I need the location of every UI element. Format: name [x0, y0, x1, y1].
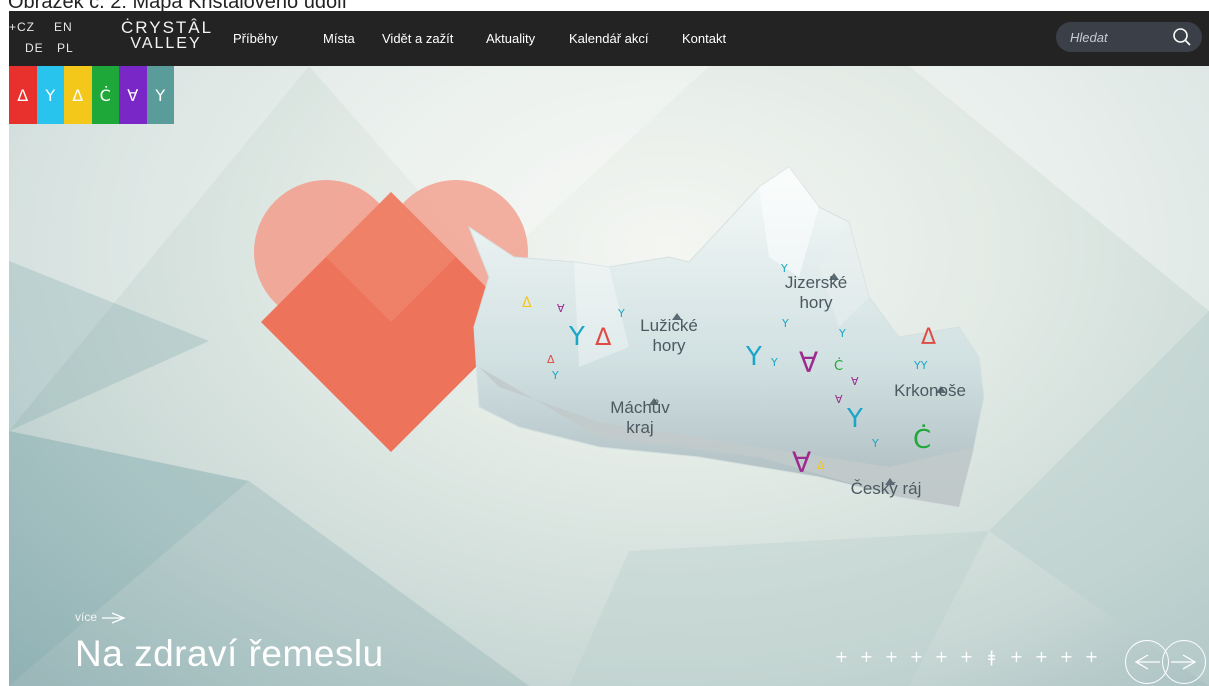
- symbol-icon: Δ: [17, 85, 29, 105]
- symbol-tab-2[interactable]: Y: [36, 66, 64, 124]
- svg-text:Ċ: Ċ: [913, 423, 931, 455]
- logo-line-2: VALLEY: [130, 35, 202, 52]
- pager-dot[interactable]: +: [904, 647, 929, 666]
- svg-text:Y: Y: [617, 307, 625, 320]
- svg-text:∀: ∀: [835, 393, 843, 406]
- svg-text:YY: YY: [913, 359, 928, 372]
- svg-text:Y: Y: [838, 327, 846, 340]
- svg-text:Δ: Δ: [921, 325, 936, 350]
- nav-videt-a-zazit[interactable]: Vidět a zažít: [382, 31, 453, 46]
- more-link[interactable]: více: [75, 610, 127, 624]
- symbol-icon: Y: [155, 85, 166, 105]
- symbol-icon: Δ: [72, 85, 84, 105]
- map-label-jizerske-hory[interactable]: Jizerské hory: [781, 273, 851, 313]
- nav-mista[interactable]: Místa: [323, 31, 355, 46]
- website-screenshot: Y Δ Y ∀ Ċ Δ Y Ċ ∀ Y Δ ∀ Δ Y Y Y Y YY ∀ ∀…: [9, 11, 1209, 686]
- pager-dot[interactable]: +: [929, 647, 954, 666]
- arrow-right-icon: [1171, 654, 1197, 670]
- lang-de[interactable]: DE: [25, 41, 44, 55]
- next-slide-button[interactable]: [1162, 640, 1206, 684]
- svg-text:Y: Y: [871, 437, 879, 450]
- nav-pribehy[interactable]: Příběhy: [233, 31, 278, 46]
- svg-text:∀: ∀: [792, 446, 811, 479]
- nav-kalendar-akci[interactable]: Kalendář akcí: [569, 31, 649, 46]
- symbol-tab-5[interactable]: ∀: [119, 66, 147, 124]
- svg-text:Δ: Δ: [817, 459, 825, 472]
- pager-dot[interactable]: +: [1029, 647, 1054, 666]
- svg-text:Δ: Δ: [547, 353, 555, 366]
- search-icon[interactable]: [1172, 27, 1192, 51]
- svg-text:Y: Y: [770, 356, 778, 369]
- map-label-krkonose[interactable]: Krkonoše: [885, 381, 975, 401]
- crystal-valley-logo[interactable]: ĊRYSTÂL VALLEY: [121, 18, 214, 52]
- svg-text:∀: ∀: [557, 302, 565, 315]
- pager-dot-active[interactable]: ǂ: [979, 647, 1004, 666]
- pager-dot[interactable]: +: [829, 647, 854, 666]
- symbol-strip: Δ Y Δ Ċ ∀ Y: [9, 66, 174, 124]
- top-navigation-bar: +CZ EN DE PL ĊRYSTÂL VALLEY Příběhy Míst…: [9, 11, 1209, 66]
- arrow-right-icon: [100, 610, 127, 624]
- pager-dot[interactable]: +: [1054, 647, 1079, 666]
- svg-text:Y: Y: [745, 342, 762, 372]
- pager-dot[interactable]: +: [879, 647, 904, 666]
- nav-kontakt[interactable]: Kontakt: [682, 31, 726, 46]
- symbol-tab-1[interactable]: Δ: [9, 66, 37, 124]
- search-box[interactable]: Hledat: [1056, 22, 1202, 52]
- logo-line-1: ĊRYSTÂL: [121, 18, 214, 37]
- pager-dot[interactable]: +: [1079, 647, 1104, 666]
- symbol-tab-4[interactable]: Ċ: [91, 66, 119, 124]
- map-label-luzicke-hory[interactable]: Lužické hory: [629, 316, 709, 356]
- map-label-machuv-kraj[interactable]: Máchův kraj: [605, 398, 675, 438]
- search-input[interactable]: Hledat: [1070, 30, 1108, 45]
- pager-dot[interactable]: +: [954, 647, 979, 666]
- symbol-icon: Y: [45, 85, 56, 105]
- lang-pl[interactable]: PL: [57, 41, 74, 55]
- pager-dot[interactable]: +: [1004, 647, 1029, 666]
- svg-text:Y: Y: [568, 322, 585, 352]
- symbol-icon: ∀: [127, 85, 139, 105]
- symbol-tab-3[interactable]: Δ: [64, 66, 92, 124]
- svg-text:Y: Y: [781, 317, 789, 330]
- map-markers: Y Δ Y ∀ Ċ Δ Y Ċ ∀ Y Δ ∀ Δ Y Y Y Y YY ∀ ∀…: [522, 262, 946, 485]
- lang-cz[interactable]: +CZ: [9, 20, 35, 34]
- symbol-icon: Ċ: [99, 85, 111, 105]
- symbol-tab-6[interactable]: Y: [146, 66, 174, 124]
- svg-text:∀: ∀: [851, 375, 859, 388]
- lang-en[interactable]: EN: [54, 20, 73, 34]
- svg-text:∀: ∀: [799, 346, 818, 379]
- slide-pager: + + + + + + ǂ + + + +: [829, 647, 1104, 666]
- svg-text:Y: Y: [846, 404, 863, 434]
- hero-headline[interactable]: Na zdraví řemeslu: [75, 633, 384, 675]
- map-label-cesky-raj[interactable]: Český ráj: [841, 479, 931, 499]
- more-label: více: [75, 610, 98, 624]
- svg-text:Δ: Δ: [522, 295, 532, 311]
- svg-text:Ċ: Ċ: [834, 357, 843, 374]
- nav-aktuality[interactable]: Aktuality: [486, 31, 535, 46]
- svg-text:Δ: Δ: [595, 323, 612, 351]
- pager-dot[interactable]: +: [854, 647, 879, 666]
- svg-text:Y: Y: [551, 369, 559, 382]
